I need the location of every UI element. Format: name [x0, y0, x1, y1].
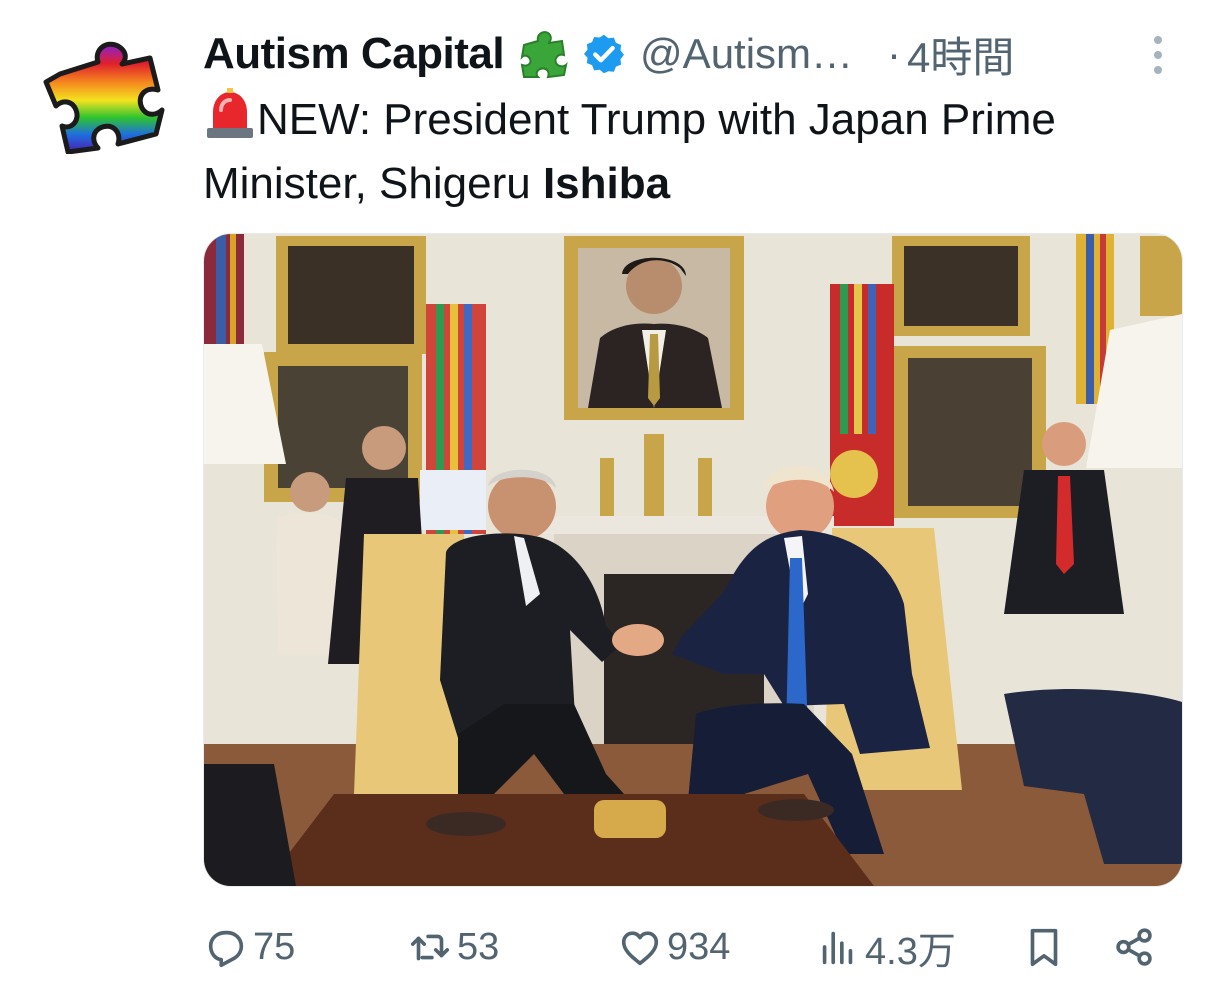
- author-name[interactable]: Autism Capital: [203, 29, 505, 79]
- repost-count: 53: [457, 925, 500, 968]
- tweet-text-bold: Ishiba: [542, 159, 671, 208]
- heart-icon: [621, 931, 659, 966]
- tweet-header: Autism Capital @Autism… · 4時間: [203, 22, 1170, 86]
- oval-office-photo: [204, 234, 1182, 886]
- tweet-actions: 75 53 934 4.3万: [203, 912, 1163, 982]
- views-count: 4.3万: [865, 930, 956, 973]
- share-button[interactable]: [1111, 912, 1161, 982]
- like-button[interactable]: 934: [617, 912, 730, 982]
- bookmark-button[interactable]: [1021, 912, 1071, 982]
- tweet-media[interactable]: [203, 233, 1183, 887]
- reply-button[interactable]: 75: [203, 912, 295, 982]
- views-button[interactable]: 4.3万: [815, 912, 956, 982]
- avatar[interactable]: [38, 34, 168, 155]
- reply-icon: [208, 930, 244, 968]
- repost-icon: [410, 934, 450, 961]
- tweet-text: NEW: President Trump with Japan Prime Mi…: [203, 88, 1193, 216]
- more-options-icon[interactable]: [1146, 30, 1170, 80]
- separator-dot: ·: [887, 30, 902, 77]
- verified-badge-icon: [584, 34, 625, 74]
- timestamp[interactable]: 4時間: [907, 24, 1014, 85]
- like-count: 934: [667, 925, 731, 968]
- police-light-icon: [207, 88, 253, 138]
- share-icon: [1116, 928, 1152, 966]
- repost-button[interactable]: 53: [407, 912, 499, 982]
- rainbow-puzzle-icon: [43, 41, 165, 155]
- author-handle[interactable]: @Autism…: [640, 30, 853, 78]
- green-puzzle-icon: [520, 31, 568, 79]
- views-chart-icon: [822, 931, 853, 965]
- bookmark-icon: [1030, 928, 1058, 967]
- reply-count: 75: [253, 925, 296, 968]
